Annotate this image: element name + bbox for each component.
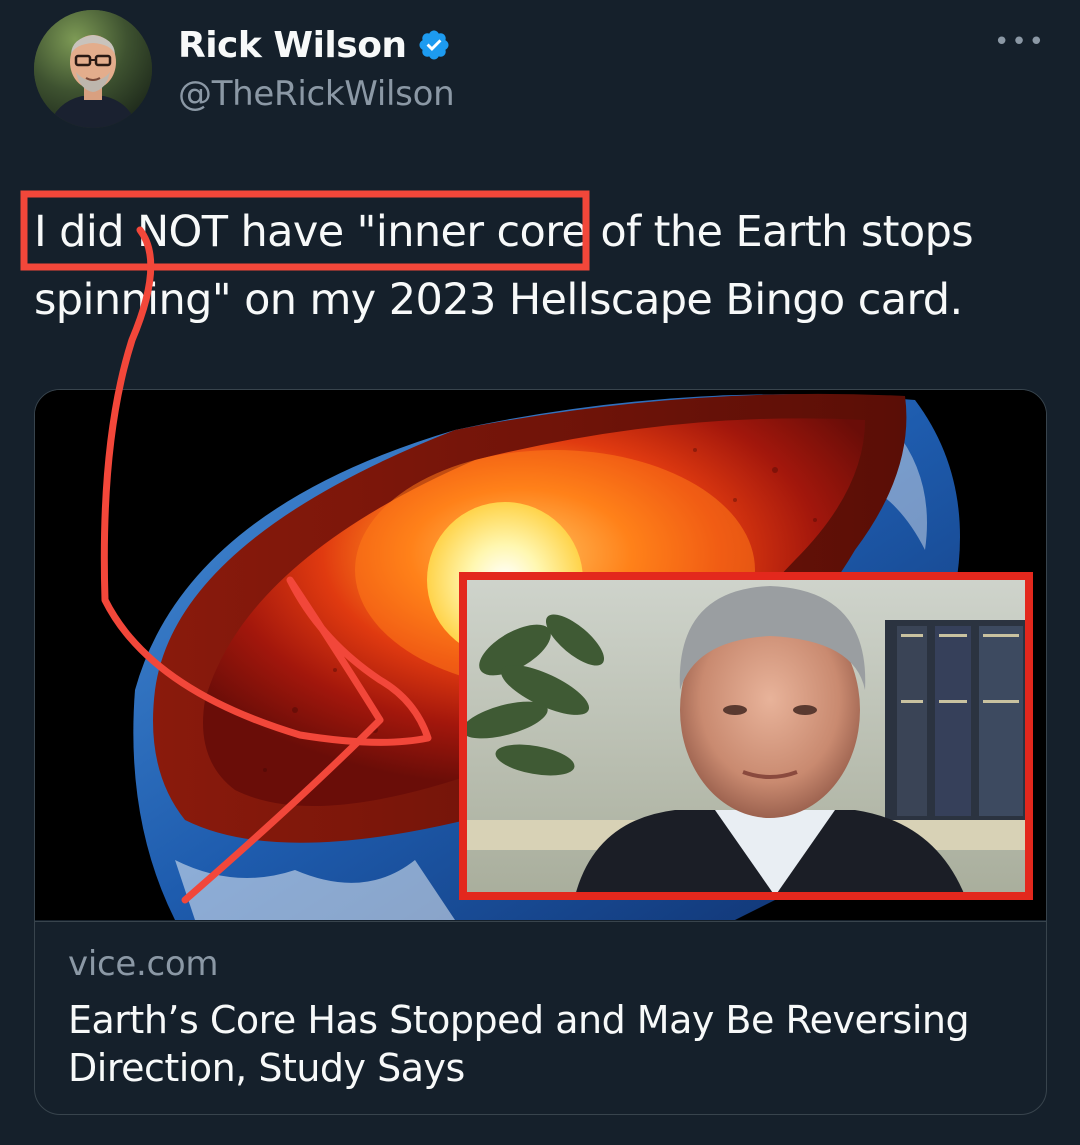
author-handle[interactable]: @TheRickWilson [178,74,455,114]
author-display-name[interactable]: Rick Wilson [178,25,407,66]
tweet: Rick Wilson @TheRickWilson ••• I did NOT… [0,0,1080,1145]
author-name-row: Rick Wilson [178,22,451,68]
link-preview-meta[interactable]: vice.com Earth’s Core Has Stopped and Ma… [35,921,1046,1114]
tweet-text-line-1: I did NOT have "inner core of the Earth … [34,207,974,257]
tweet-text: I did NOT have "inner core of the Earth … [34,198,1044,334]
avatar-image [34,10,152,128]
earth-core-image [35,390,1046,920]
tweet-text-line-2: spinning" on my 2023 Hellscape Bingo car… [34,275,963,325]
more-options-button[interactable]: ••• [994,27,1044,57]
verified-badge-icon [419,30,449,60]
link-title: Earth’s Core Has Stopped and May Be Reve… [68,998,970,1090]
link-preview-card[interactable]: vice.com Earth’s Core Has Stopped and Ma… [34,389,1047,1115]
link-preview-image[interactable] [35,390,1046,920]
inset-photo [459,572,1033,900]
more-dots-icon: ••• [994,27,1047,57]
avatar[interactable] [34,10,152,128]
link-domain: vice.com [68,944,219,984]
